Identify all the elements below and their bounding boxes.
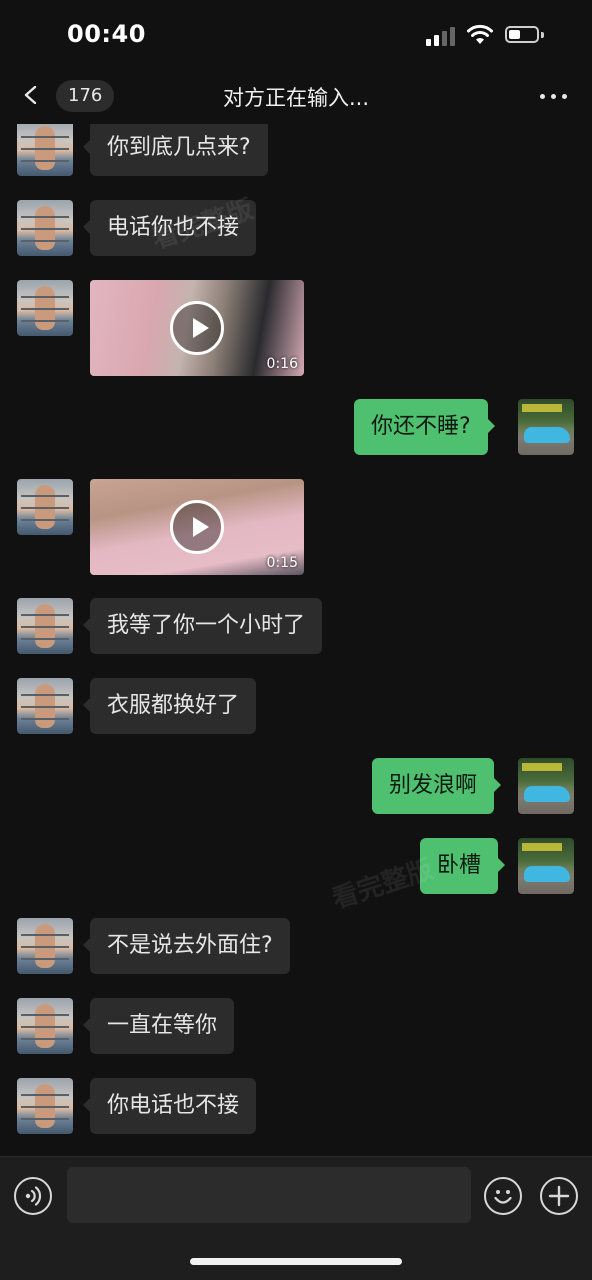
voice-button[interactable] — [14, 1177, 52, 1215]
video-message[interactable]: 0:16 — [90, 280, 304, 376]
contact-avatar[interactable] — [17, 998, 73, 1054]
message-bubble-incoming[interactable]: 衣服都换好了 — [82, 678, 257, 734]
more-dots-icon — [540, 94, 545, 99]
nav-bar: 176 对方正在输入... — [0, 70, 592, 124]
message-bubble-incoming[interactable]: 一直在等你 — [82, 998, 235, 1054]
video-duration: 0:15 — [266, 555, 298, 571]
video-duration: 0:16 — [266, 356, 298, 372]
contact-avatar[interactable] — [17, 479, 73, 535]
message-bubble-outgoing[interactable]: 卧槽 — [420, 838, 506, 894]
plus-icon — [548, 1185, 570, 1207]
battery-tip — [541, 32, 544, 38]
battery-icon — [505, 26, 539, 43]
message-bubble-outgoing[interactable]: 你还不睡? — [354, 399, 495, 455]
plus-button[interactable] — [540, 1177, 578, 1215]
play-icon[interactable] — [170, 301, 224, 355]
message-bubble-outgoing[interactable]: 别发浪啊 — [372, 758, 502, 814]
contact-avatar[interactable] — [17, 598, 73, 654]
video-message[interactable]: 0:15 — [90, 479, 304, 575]
contact-avatar[interactable] — [17, 1078, 73, 1134]
contact-avatar[interactable] — [17, 678, 73, 734]
my-avatar[interactable] — [518, 758, 574, 814]
emoji-button[interactable] — [484, 1177, 522, 1215]
message-input[interactable] — [67, 1167, 471, 1223]
message-bubble-incoming[interactable]: 你到底几点来? — [83, 124, 268, 176]
chat-screen: 00:40 176 对方正在输入... 你到底几点来? 电话你也不接 0:16 … — [0, 0, 592, 1280]
contact-avatar[interactable] — [17, 200, 73, 256]
chat-title: 对方正在输入... — [222, 86, 370, 110]
home-indicator[interactable] — [190, 1258, 402, 1265]
contact-avatar[interactable] — [17, 124, 73, 176]
message-bubble-incoming[interactable]: 电话你也不接 — [82, 200, 257, 256]
message-bubble-incoming[interactable]: 你电话也不接 — [82, 1078, 257, 1134]
my-avatar[interactable] — [518, 399, 574, 455]
chat-message-list[interactable]: 你到底几点来? 电话你也不接 0:16 你还不睡? 0:15 我等了你一个小时了… — [0, 124, 592, 1156]
message-bubble-incoming[interactable]: 不是说去外面住? — [83, 918, 290, 974]
status-time: 00:40 — [67, 20, 146, 48]
contact-avatar[interactable] — [17, 918, 73, 974]
emoji-icon — [494, 1190, 512, 1204]
signal-icon — [426, 26, 458, 46]
my-avatar[interactable] — [518, 838, 574, 894]
more-button[interactable] — [532, 82, 576, 110]
wifi-icon — [467, 24, 493, 44]
contact-avatar[interactable] — [17, 280, 73, 336]
message-bubble-incoming[interactable]: 我等了你一个小时了 — [82, 598, 323, 654]
play-icon[interactable] — [170, 500, 224, 554]
voice-icon — [25, 1186, 42, 1206]
status-bar: 00:40 — [0, 0, 592, 70]
